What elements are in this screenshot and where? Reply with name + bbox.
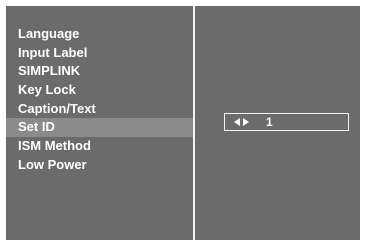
menu-item-language[interactable]: Language: [6, 25, 193, 44]
arrow-left-icon[interactable]: [234, 118, 240, 126]
detail-pane: 1: [195, 6, 360, 240]
menu-item-caption-text[interactable]: Caption/Text: [6, 100, 193, 119]
option-menu-panel: Language Input Label SIMPLINK Key Lock C…: [6, 6, 360, 240]
menu-item-key-lock[interactable]: Key Lock: [6, 81, 193, 100]
menu-item-ism-method[interactable]: ISM Method: [6, 137, 193, 156]
left-right-arrows: [234, 118, 249, 126]
set-id-value: 1: [266, 115, 273, 129]
tv-osd-screen: Language Input Label SIMPLINK Key Lock C…: [0, 0, 366, 246]
menu-item-set-id[interactable]: Set ID: [6, 118, 193, 138]
arrow-right-icon[interactable]: [243, 118, 249, 126]
menu-item-low-power[interactable]: Low Power: [6, 156, 193, 175]
menu-list: Language Input Label SIMPLINK Key Lock C…: [6, 25, 193, 175]
menu-item-simplink[interactable]: SIMPLINK: [6, 62, 193, 81]
menu-item-input-label[interactable]: Input Label: [6, 44, 193, 63]
set-id-value-selector[interactable]: 1: [224, 113, 349, 131]
menu-pane: Language Input Label SIMPLINK Key Lock C…: [6, 6, 193, 240]
